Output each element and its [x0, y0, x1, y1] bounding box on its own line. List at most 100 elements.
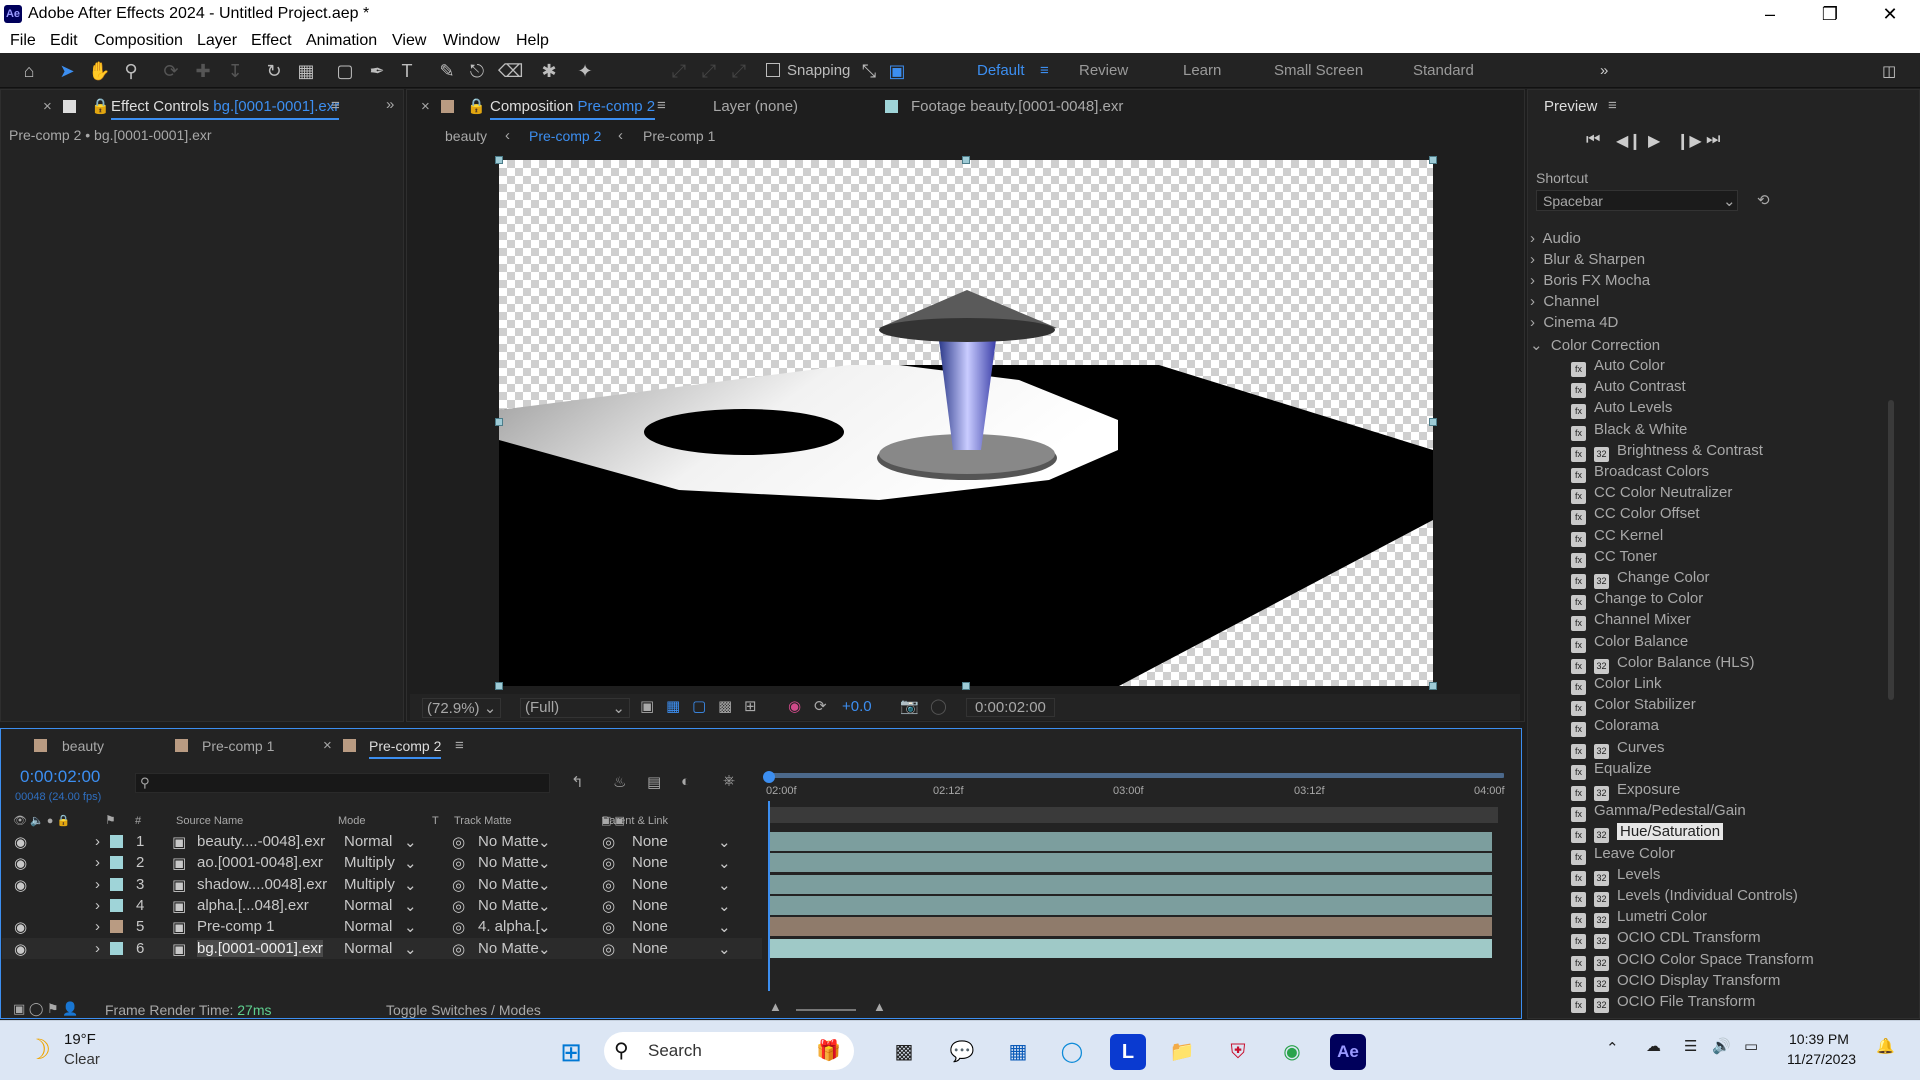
onedrive-icon[interactable]: ☁: [1646, 1037, 1661, 1055]
layer-duration-bar[interactable]: [770, 895, 1492, 915]
eye-icon[interactable]: ◉: [14, 918, 27, 936]
pan-tool-icon[interactable]: ✚: [192, 60, 214, 82]
effect-item[interactable]: fx 32 Levels (Individual Controls): [1571, 887, 1798, 908]
effect-item[interactable]: fx 32 Lumetri Color: [1571, 908, 1707, 929]
crumb-pre-comp-2[interactable]: Pre-comp 2: [529, 128, 601, 144]
parent-chevron-icon[interactable]: ⌄: [718, 940, 731, 958]
current-time[interactable]: 0:00:02:00: [20, 767, 100, 787]
composition-tab[interactable]: Composition Pre-comp 2: [490, 98, 656, 120]
taskbar-search-box[interactable]: ⚲ Search 🎁: [604, 1032, 854, 1070]
effect-item[interactable]: fx 32 Brightness & Contrast: [1571, 442, 1763, 463]
puppet-pin-icon[interactable]: ✦: [574, 60, 596, 82]
windows-start-icon[interactable]: ⊞: [553, 1034, 589, 1070]
twirl-icon[interactable]: ›: [95, 833, 100, 850]
panel-menu-icon[interactable]: ≡: [331, 97, 340, 114]
menu-view[interactable]: View: [392, 32, 426, 50]
menu-effect[interactable]: Effect: [251, 32, 292, 50]
mode-dropdown[interactable]: Multiply: [344, 854, 395, 871]
mode-chevron-icon[interactable]: ⌄: [404, 833, 417, 851]
time-ruler-track[interactable]: [768, 807, 1498, 823]
effect-item[interactable]: fx Auto Levels: [1571, 399, 1672, 420]
transform-handle[interactable]: [1429, 418, 1437, 426]
effect-item[interactable]: fx 32 OCIO File Transform: [1571, 993, 1755, 1014]
parent-pickwhip-icon[interactable]: ◎: [602, 940, 615, 958]
parent-dropdown[interactable]: None: [632, 897, 668, 914]
track-matte-dropdown[interactable]: No Matte: [478, 897, 539, 914]
after-effects-taskbar-icon[interactable]: Ae: [1330, 1034, 1366, 1070]
notifications-icon[interactable]: 🔔: [1876, 1037, 1895, 1055]
effect-item[interactable]: fx Change to Color: [1571, 590, 1703, 611]
layer-row[interactable]: ◉ › 1 ▣ beauty....-0048].exr Normal ⌄ ◎ No Matte…: [2, 831, 762, 852]
track-matte-dropdown[interactable]: No Matte: [478, 940, 539, 957]
timeline-tab-pre-comp-2[interactable]: Pre-comp 2: [369, 738, 442, 759]
matte-chevron-icon[interactable]: ⌄: [538, 897, 551, 915]
mode-dropdown[interactable]: Normal: [344, 940, 392, 957]
menu-animation[interactable]: Animation: [306, 32, 377, 50]
roto-brush-icon[interactable]: ✱: [538, 60, 560, 82]
effect-category[interactable]: › Blur & Sharpen: [1530, 251, 1645, 272]
motion-blur-icon[interactable]: ◐: [681, 773, 690, 790]
magnification-dropdown[interactable]: (72.9%) ⌄: [422, 698, 502, 718]
fast-preview-icon[interactable]: ▣: [640, 697, 654, 715]
track-matte-dropdown[interactable]: No Matte: [478, 854, 539, 871]
effect-item[interactable]: fx Color Balance: [1571, 633, 1688, 654]
pen-tool-icon[interactable]: ✒: [366, 60, 388, 82]
file-explorer-icon[interactable]: 📁: [1164, 1034, 1200, 1070]
pickwhip-icon[interactable]: ◎: [452, 854, 465, 872]
crumb-pre-comp-1[interactable]: Pre-comp 1: [643, 128, 715, 144]
eye-icon[interactable]: ◉: [14, 876, 27, 894]
effect-item[interactable]: fx 32 Curves: [1571, 739, 1665, 760]
parent-dropdown[interactable]: None: [632, 833, 668, 850]
l-app-icon[interactable]: L: [1110, 1034, 1146, 1070]
volume-icon[interactable]: 🔊: [1712, 1037, 1731, 1055]
layer-name[interactable]: bg.[0001-0001].exr: [197, 939, 323, 957]
effect-item[interactable]: fx CC Color Offset: [1571, 505, 1700, 526]
chrome-icon[interactable]: ◉: [1274, 1034, 1310, 1070]
toggle-switches-modes[interactable]: Toggle Switches / Modes: [386, 1002, 541, 1018]
preview-menu-icon[interactable]: ≡: [1608, 97, 1617, 114]
play-icon[interactable]: ▶: [1648, 131, 1660, 151]
snapping-checkbox[interactable]: [766, 63, 780, 77]
track-matte-dropdown[interactable]: 4. alpha.[: [478, 918, 540, 935]
transform-handle[interactable]: [1429, 156, 1437, 164]
workspace-default[interactable]: Default: [977, 62, 1025, 79]
parent-pickwhip-icon[interactable]: ◎: [602, 897, 615, 915]
menu-layer[interactable]: Layer: [197, 32, 237, 50]
battery-icon[interactable]: ▭: [1744, 1037, 1758, 1055]
pickwhip-icon[interactable]: ◎: [452, 876, 465, 894]
timeline-menu-icon[interactable]: ≡: [455, 737, 464, 754]
resolution-dropdown[interactable]: (Full) ⌄: [520, 698, 630, 718]
view-axis-icon[interactable]: ⤢: [728, 60, 750, 82]
parent-pickwhip-icon[interactable]: ◎: [602, 854, 615, 872]
next-frame-icon[interactable]: ❙▶: [1676, 131, 1702, 151]
effect-item[interactable]: fx 32 OCIO Color Space Transform: [1571, 951, 1814, 972]
effects-scrollbar[interactable]: [1888, 400, 1894, 700]
brush-tool-icon[interactable]: ✎: [436, 60, 458, 82]
layer-duration-bar[interactable]: [770, 917, 1492, 937]
transform-handle[interactable]: [495, 418, 503, 426]
effect-item[interactable]: fx CC Color Neutralizer: [1571, 484, 1732, 505]
effect-category[interactable]: › Boris FX Mocha: [1530, 272, 1650, 293]
zoom-out-icon[interactable]: ▲: [769, 999, 782, 1014]
layer-tab[interactable]: Layer (none): [713, 98, 798, 115]
eye-icon[interactable]: ◉: [14, 940, 27, 958]
show-snapshot-icon[interactable]: ◯: [930, 697, 947, 715]
viewer-timecode[interactable]: 0:00:02:00: [966, 698, 1055, 717]
search-help-icon[interactable]: ◫: [1882, 62, 1896, 80]
mode-chevron-icon[interactable]: ⌄: [404, 940, 417, 958]
parent-dropdown[interactable]: None: [632, 918, 668, 935]
mode-dropdown[interactable]: Normal: [344, 897, 392, 914]
twirl-icon[interactable]: ›: [95, 854, 100, 871]
pickwhip-icon[interactable]: ◎: [452, 940, 465, 958]
effect-item[interactable]: fx 32 OCIO CDL Transform: [1571, 929, 1761, 950]
first-frame-icon[interactable]: ⏮: [1586, 131, 1600, 149]
twirl-icon[interactable]: ›: [95, 876, 100, 893]
frame-blending-icon[interactable]: ▤: [647, 773, 661, 791]
effect-category-color-correction[interactable]: ⌄ Color Correction: [1530, 336, 1660, 357]
clone-stamp-icon[interactable]: ⎋: [466, 60, 488, 82]
timeline-tab-beauty[interactable]: beauty: [62, 738, 104, 754]
col-source-name[interactable]: Source Name: [176, 815, 243, 827]
layer-row[interactable]: ◉ › 5 ▣ Pre-comp 1 Normal ⌄ ◎ 4. alpha.[⌄ ◎ None ⌄: [2, 916, 762, 937]
track-matte-dropdown[interactable]: No Matte: [478, 876, 539, 893]
effect-item[interactable]: fx Leave Color: [1571, 845, 1675, 866]
